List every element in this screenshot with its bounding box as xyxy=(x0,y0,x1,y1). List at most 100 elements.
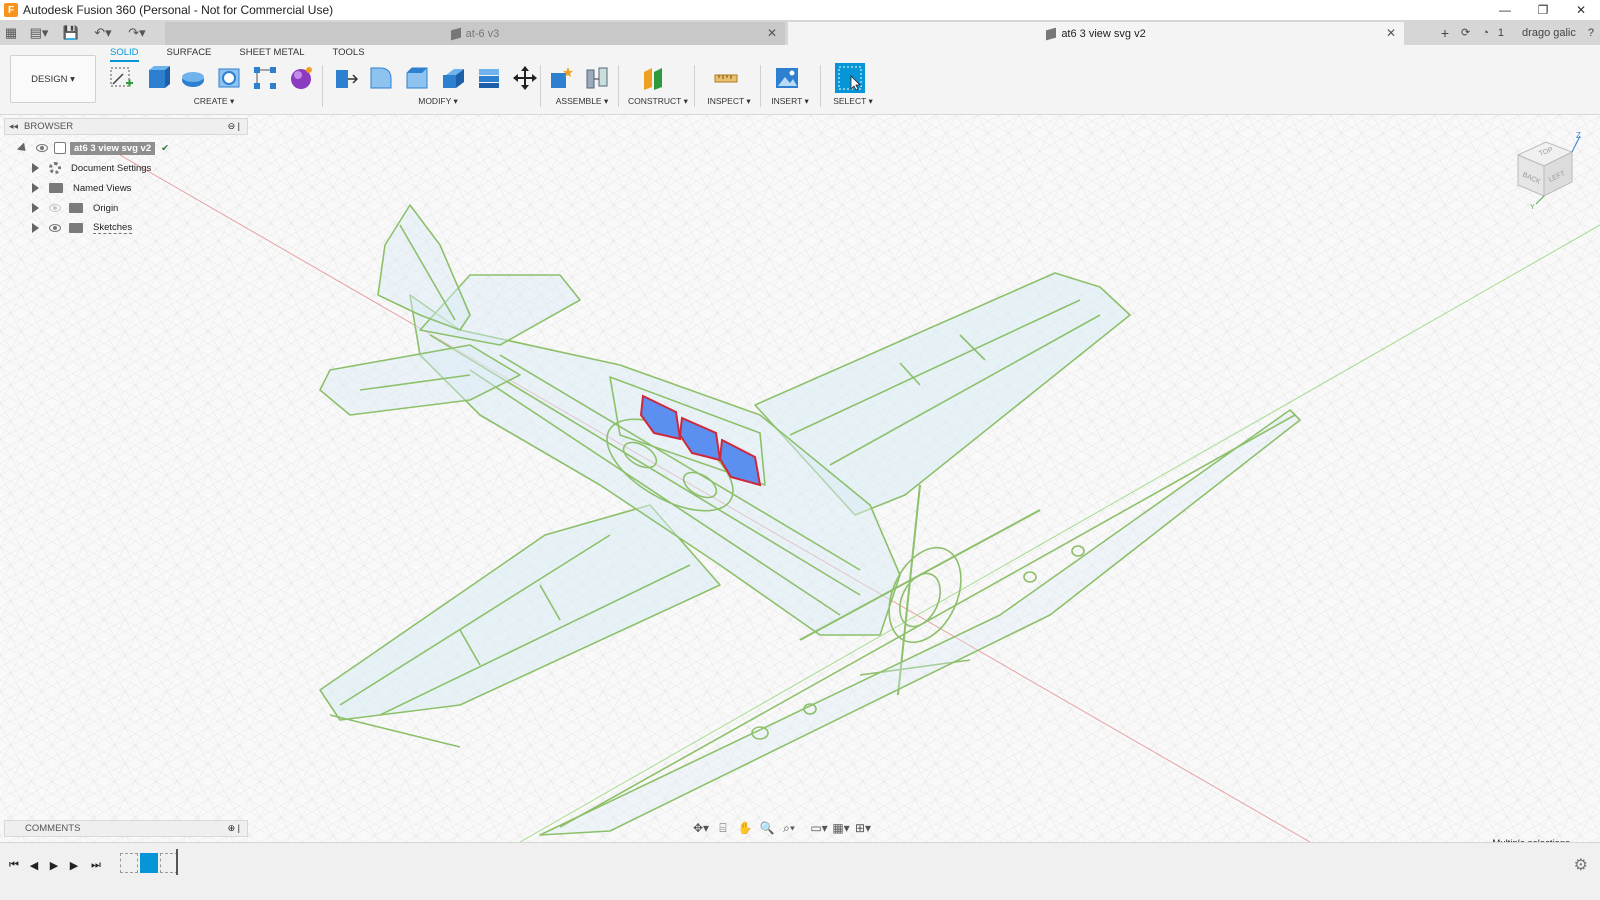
comments-panel: COMMENTS ⊕ | xyxy=(4,820,248,837)
insert-menu[interactable]: INSERT ▾ xyxy=(768,96,812,107)
sidebar-item-sketches[interactable]: Sketches xyxy=(4,218,248,238)
step-back-icon[interactable]: ◀ xyxy=(26,857,42,873)
tab-at6-v3[interactable]: at-6 v3 ✕ xyxy=(165,22,785,45)
modify-menu[interactable]: MODIFY ▾ xyxy=(330,96,546,107)
insert-image-icon[interactable] xyxy=(772,63,802,93)
collapse-panel-icon[interactable]: ◂◂ xyxy=(9,121,18,132)
timeline-sketch-item-selected[interactable] xyxy=(140,853,158,873)
apps-grid-icon[interactable]: ▦ xyxy=(0,20,22,45)
close-window-icon[interactable]: ✕ xyxy=(1562,0,1600,20)
zoom-icon[interactable]: 🔍 xyxy=(756,819,778,837)
visibility-eye-icon[interactable] xyxy=(49,224,61,232)
viewcube-y-label: Y xyxy=(1530,204,1535,210)
tab-sheet-metal[interactable]: SHEET METAL xyxy=(239,47,304,62)
tab-surface[interactable]: SURFACE xyxy=(167,47,212,62)
fillet-icon[interactable] xyxy=(366,63,396,93)
expand-arrow-icon[interactable] xyxy=(32,163,39,173)
browser-item-label: Origin xyxy=(93,202,119,214)
create-menu[interactable]: CREATE ▾ xyxy=(106,96,322,107)
revolve-icon[interactable] xyxy=(178,63,208,93)
move-copy-icon[interactable] xyxy=(510,63,540,93)
browser-title: BROWSER xyxy=(24,121,74,132)
extensions-icon[interactable]: ⟳ xyxy=(1461,26,1470,39)
step-forward-icon[interactable]: ▶ xyxy=(66,857,82,873)
comments-header[interactable]: COMMENTS ⊕ | xyxy=(4,820,248,837)
select-tool-icon[interactable] xyxy=(835,63,865,93)
inspect-menu[interactable]: INSPECT ▾ xyxy=(706,96,752,107)
view-cube[interactable]: TOP BACK LEFT Z Y xyxy=(1510,130,1590,211)
component-icon xyxy=(450,27,461,40)
new-component-icon[interactable] xyxy=(546,63,576,93)
pin-icon[interactable]: ⊖ | xyxy=(228,121,240,132)
sidebar-item-document-settings[interactable]: Document Settings xyxy=(4,158,248,178)
tab-tools[interactable]: TOOLS xyxy=(333,47,365,62)
close-tab-icon[interactable]: ✕ xyxy=(767,26,777,40)
close-tab-icon[interactable]: ✕ xyxy=(1386,26,1396,40)
expand-arrow-icon[interactable] xyxy=(32,223,39,233)
pattern-icon[interactable] xyxy=(250,63,280,93)
component-icon xyxy=(1046,27,1057,40)
orbit-icon[interactable]: ✥▾ xyxy=(690,819,712,837)
new-tab-icon[interactable]: + xyxy=(1441,25,1449,41)
visibility-eye-icon[interactable] xyxy=(49,204,61,212)
chamfer-icon[interactable] xyxy=(402,63,432,93)
press-pull-icon[interactable] xyxy=(330,63,360,93)
construct-menu[interactable]: CONSTRUCT ▾ xyxy=(628,96,688,107)
file-menu-icon[interactable]: ▤▾ xyxy=(22,20,56,45)
collapse-arrow-icon[interactable] xyxy=(16,141,30,155)
create-form-icon[interactable] xyxy=(286,63,316,93)
user-account[interactable]: drago galic xyxy=(1522,27,1576,39)
viewports-icon[interactable]: ⊞▾ xyxy=(852,819,874,837)
modify-group: MODIFY ▾ xyxy=(330,63,546,109)
job-status-icon[interactable]: ◔ 1 xyxy=(1482,27,1510,39)
expand-arrow-icon[interactable] xyxy=(32,183,39,193)
pin-icon[interactable]: ⊕ | xyxy=(228,823,240,834)
visibility-eye-icon[interactable] xyxy=(36,144,48,152)
browser-root-item[interactable]: at6 3 view svg v2 ✔ xyxy=(4,138,248,158)
viewcube-z-label: Z xyxy=(1576,131,1581,140)
restore-icon[interactable]: ❐ xyxy=(1524,0,1562,20)
timeline-marker[interactable] xyxy=(176,849,178,875)
select-group: SELECT ▾ xyxy=(832,63,874,109)
minimize-icon[interactable]: — xyxy=(1486,0,1524,20)
root-component-label: at6 3 view svg v2 xyxy=(70,141,156,155)
timeline-sketch-item[interactable] xyxy=(120,853,138,873)
measure-icon[interactable] xyxy=(711,63,741,93)
extrude-icon[interactable] xyxy=(142,63,172,93)
fit-icon[interactable]: ⌕▾ xyxy=(778,819,800,837)
look-at-icon[interactable]: ⌸ xyxy=(712,819,734,837)
play-icon[interactable]: ▶ xyxy=(46,857,62,873)
tab-solid[interactable]: SOLID xyxy=(110,47,139,62)
assemble-menu[interactable]: ASSEMBLE ▾ xyxy=(546,96,618,107)
expand-arrow-icon[interactable] xyxy=(32,203,39,213)
shell-icon[interactable] xyxy=(438,63,468,93)
tab-label: at-6 v3 xyxy=(465,27,500,40)
timeline-settings-gear-icon[interactable]: ⚙ xyxy=(1574,855,1588,875)
workspace-switcher[interactable]: DESIGN ▾ xyxy=(10,55,96,103)
grid-settings-icon[interactable]: ▦▾ xyxy=(830,819,852,837)
sidebar-item-named-views[interactable]: Named Views xyxy=(4,178,248,198)
help-icon[interactable]: ? xyxy=(1588,27,1594,39)
sidebar-item-origin[interactable]: Origin xyxy=(4,198,248,218)
document-tab-bar: ▦ ▤▾ 💾 ↶▾ ↷▾ at-6 v3 ✕ at6 3 view svg v2… xyxy=(0,20,1600,45)
pan-icon[interactable]: ✋ xyxy=(734,819,756,837)
folder-icon xyxy=(69,223,83,233)
go-to-start-icon[interactable]: ⏮ xyxy=(6,857,22,873)
folder-icon xyxy=(69,203,83,213)
fusion-app-icon: F xyxy=(4,3,18,17)
display-settings-icon[interactable]: ▭▾ xyxy=(808,819,830,837)
redo-icon[interactable]: ↷▾ xyxy=(120,20,154,45)
joint-icon[interactable] xyxy=(582,63,612,93)
select-menu[interactable]: SELECT ▾ xyxy=(832,96,874,107)
go-to-end-icon[interactable]: ⏭ xyxy=(88,857,104,873)
tab-at6-3-view-svg-v2[interactable]: at6 3 view svg v2 ✕ xyxy=(788,22,1404,45)
offset-plane-icon[interactable] xyxy=(638,63,668,93)
create-sketch-icon[interactable] xyxy=(106,63,136,93)
undo-icon[interactable]: ↶▾ xyxy=(86,20,120,45)
comments-title: COMMENTS xyxy=(25,823,81,834)
save-icon[interactable]: 💾 xyxy=(56,20,86,45)
inspect-group: INSPECT ▾ xyxy=(706,63,752,109)
document-icon xyxy=(54,142,66,154)
combine-icon[interactable] xyxy=(474,63,504,93)
hole-icon[interactable] xyxy=(214,63,244,93)
